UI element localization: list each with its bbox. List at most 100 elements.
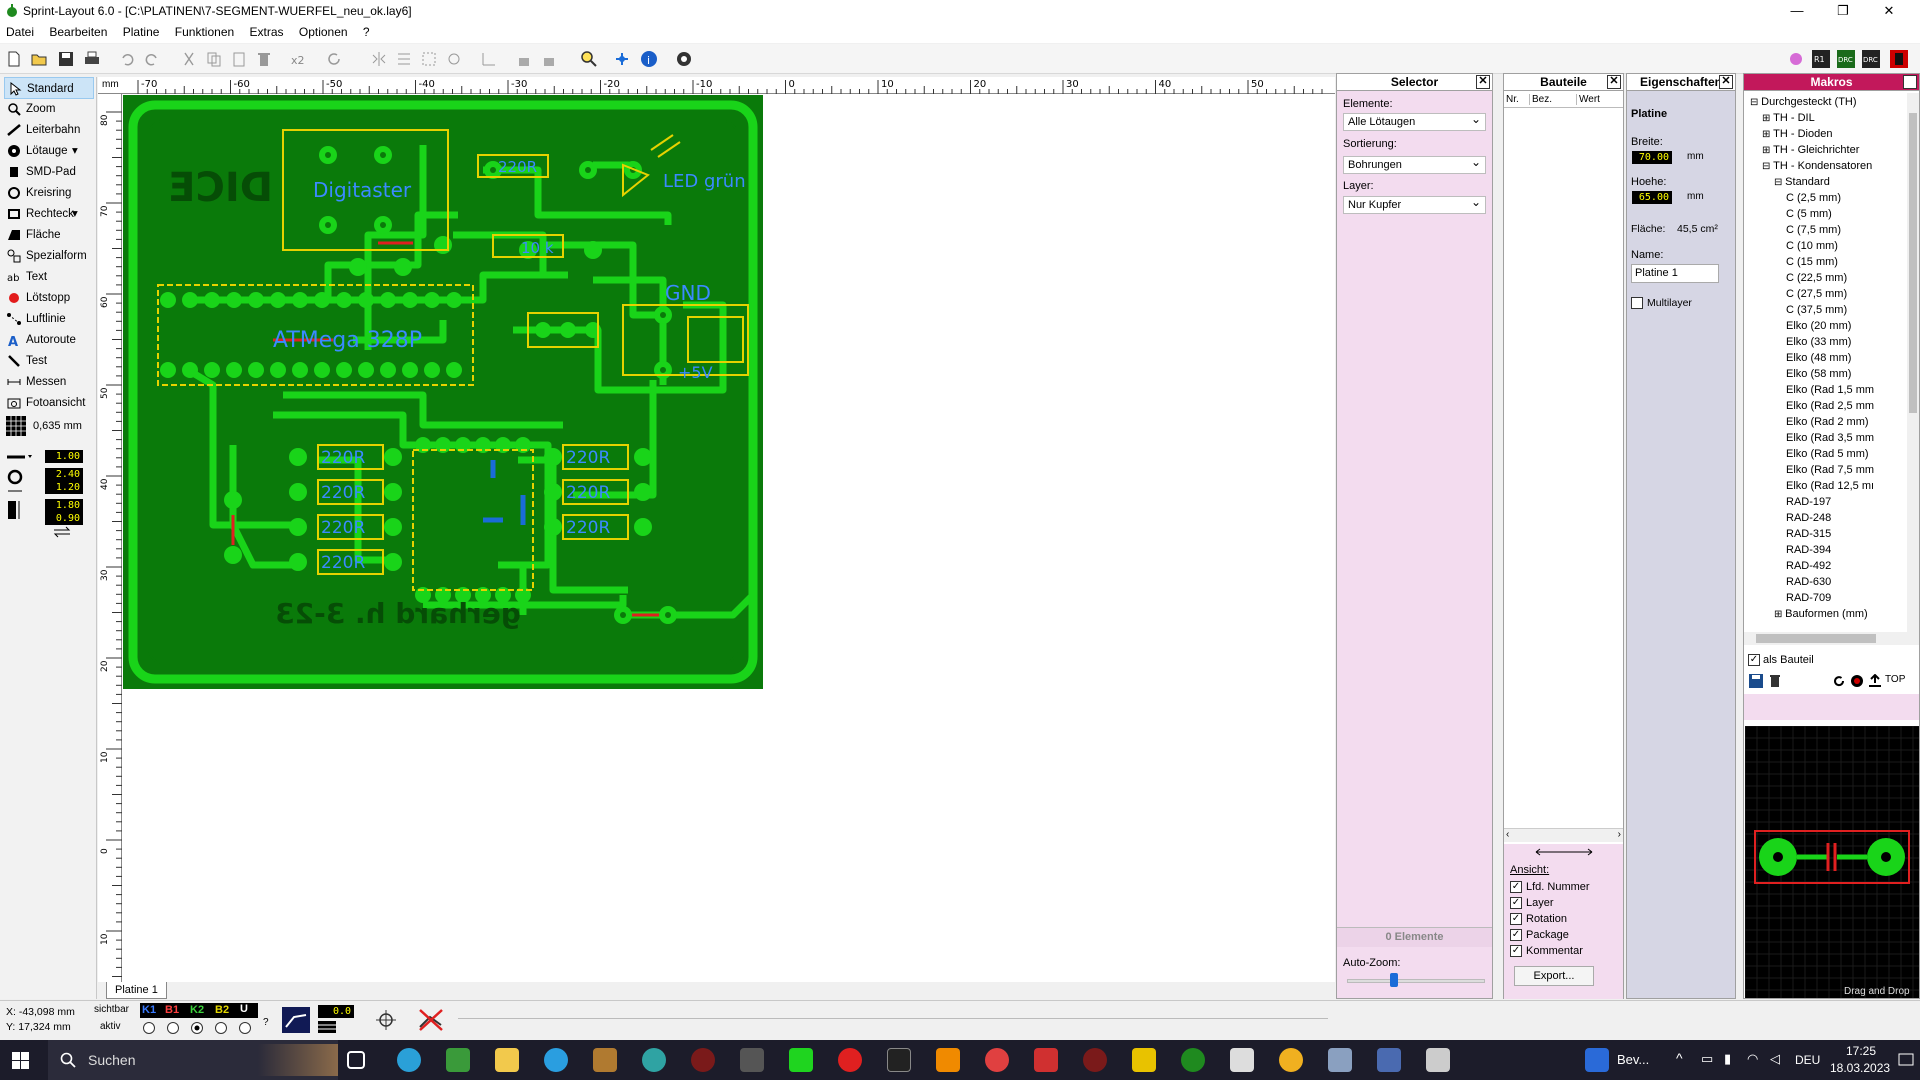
connections-icon[interactable] xyxy=(613,50,631,68)
tray-chevron-icon[interactable]: ^ xyxy=(1676,1050,1683,1066)
pattern-icon[interactable] xyxy=(318,1021,336,1033)
macro-tree-item[interactable]: Elko (Rad 3,5 mm xyxy=(1786,432,1874,444)
macro-tree-item[interactable]: RAD-630 xyxy=(1786,576,1831,588)
edge-icon[interactable] xyxy=(397,1048,421,1072)
export-button[interactable]: Export... xyxy=(1514,966,1594,986)
paste-icon[interactable] xyxy=(230,50,248,68)
tool-messen[interactable]: Messen xyxy=(4,371,94,393)
crosshair-icon[interactable] xyxy=(376,1010,396,1030)
network-icon[interactable]: ▭ xyxy=(1701,1051,1713,1067)
macro-tree-item[interactable]: C (5 mm) xyxy=(1786,208,1832,220)
zoom-value[interactable]: 0.0 xyxy=(318,1005,354,1018)
save-icon[interactable] xyxy=(57,50,75,68)
mirror-icon[interactable] xyxy=(370,50,388,68)
smd-height-value[interactable]: 0.90 xyxy=(45,512,83,525)
tree-expander-icon[interactable]: ⊞ xyxy=(1762,129,1773,140)
clock-date[interactable]: 18.03.2023 xyxy=(1830,1061,1890,1075)
zoom-search-icon[interactable] xyxy=(580,50,598,68)
close-button[interactable]: ✕ xyxy=(1866,0,1912,23)
smd-width-value[interactable]: 1.80 xyxy=(45,499,83,512)
tool-kreisring[interactable]: Kreisring xyxy=(4,182,94,204)
tool-smd-pad[interactable]: SMD-Pad xyxy=(4,161,94,183)
layer-select[interactable]: Nur Kupfer xyxy=(1343,194,1486,214)
tree-expander-icon[interactable]: ⊟ xyxy=(1750,97,1761,108)
tab-platine-1[interactable]: Platine 1 xyxy=(106,982,167,999)
tool-spezialform[interactable]: Spezialform xyxy=(4,245,94,267)
app-4th-dark-icon[interactable] xyxy=(887,1048,911,1072)
autozoom-slider-thumb[interactable] xyxy=(1390,973,1398,987)
clover-icon[interactable] xyxy=(789,1048,813,1072)
layer-toggle-icon[interactable] xyxy=(1890,50,1908,68)
minimize-button[interactable]: — xyxy=(1774,0,1820,23)
layer-k1[interactable]: K1 xyxy=(142,1004,156,1016)
menu-extras[interactable]: Extras xyxy=(244,23,290,39)
chrome-icon[interactable] xyxy=(1279,1048,1303,1072)
package-checkbox[interactable]: ✓ xyxy=(1510,929,1522,941)
connection-mode-icon[interactable] xyxy=(282,1007,310,1033)
tool-test[interactable]: Test xyxy=(4,350,94,372)
macro-tree-item[interactable]: RAD-315 xyxy=(1786,528,1831,540)
file-explorer-icon[interactable] xyxy=(495,1048,519,1072)
volume-icon[interactable]: ◁ xyxy=(1770,1051,1780,1067)
rotate-icon[interactable] xyxy=(325,50,343,68)
lock-icon[interactable] xyxy=(515,50,533,68)
macro-tree-item[interactable]: Elko (Rad 5 mm) xyxy=(1786,448,1869,460)
no-rubberband-icon[interactable] xyxy=(417,1007,445,1033)
macro-tree-item[interactable]: Elko (Rad 2 mm) xyxy=(1786,416,1869,428)
app-blue-gray-icon[interactable] xyxy=(1328,1048,1352,1072)
macro-tree-item[interactable]: ⊟ Standard xyxy=(1774,176,1830,188)
task-view-icon[interactable] xyxy=(347,1051,365,1069)
app-t-icon[interactable] xyxy=(1132,1048,1156,1072)
arduino-icon[interactable] xyxy=(642,1048,666,1072)
delete-icon[interactable] xyxy=(255,50,273,68)
wifi-icon[interactable]: ◠ xyxy=(1747,1051,1758,1067)
lfd-nummer-checkbox[interactable]: ✓ xyxy=(1510,881,1522,893)
macro-tree-item[interactable]: Elko (Rad 1,5 mm xyxy=(1786,384,1874,396)
layer-b1[interactable]: B1 xyxy=(165,1004,179,1016)
print-icon[interactable] xyxy=(83,50,101,68)
macro-tree-item[interactable]: ⊞ TH - Gleichrichter xyxy=(1762,144,1859,156)
macro-tree-item[interactable]: C (2,5 mm) xyxy=(1786,192,1841,204)
macro-tree-item[interactable]: RAD-248 xyxy=(1786,512,1831,524)
macro-tree-item[interactable]: ⊞ TH - Dioden xyxy=(1762,128,1832,140)
layer-checkbox[interactable]: ✓ xyxy=(1510,897,1522,909)
macro-tree-item[interactable]: Elko (Rad 12,5 mı xyxy=(1786,480,1874,492)
open-folder-icon[interactable] xyxy=(30,50,48,68)
tool-fotoansicht[interactable]: Fotoansicht xyxy=(4,392,94,414)
layer-k2[interactable]: K2 xyxy=(190,1004,204,1016)
tree-expander-icon[interactable]: ⊟ xyxy=(1762,161,1773,172)
width-input[interactable]: 70.00 xyxy=(1632,151,1672,164)
help-mark[interactable]: ? xyxy=(263,1017,269,1028)
macro-tree-item[interactable]: Elko (Rad 7,5 mm xyxy=(1786,464,1874,476)
tool-standard[interactable]: Standard xyxy=(4,77,94,99)
macro-tree-item[interactable]: C (7,5 mm) xyxy=(1786,224,1841,236)
app-gear-icon[interactable] xyxy=(1377,1048,1401,1072)
taskbar-bev[interactable]: Bev... xyxy=(1617,1052,1649,1067)
cut-icon[interactable] xyxy=(180,50,198,68)
menu-help[interactable]: ? xyxy=(357,23,376,39)
macro-tree-item[interactable]: C (22,5 mm) xyxy=(1786,272,1847,284)
snap-icon[interactable] xyxy=(480,50,498,68)
tree-expander-icon[interactable]: ⊟ xyxy=(1774,177,1785,188)
maximize-button[interactable]: ❐ xyxy=(1820,0,1866,23)
sort-select[interactable]: Bohrungen xyxy=(1343,154,1486,174)
rotation-checkbox[interactable]: ✓ xyxy=(1510,913,1522,925)
kommentar-checkbox[interactable]: ✓ xyxy=(1510,945,1522,957)
macro-tree-item[interactable]: RAD-492 xyxy=(1786,560,1831,572)
tree-expander-icon[interactable]: ⊞ xyxy=(1762,113,1773,124)
macro-tree-hscroll[interactable] xyxy=(1744,632,1919,645)
macro-tree-item[interactable]: Elko (33 mm) xyxy=(1786,336,1851,348)
chevron-down-icon[interactable]: ▾ xyxy=(72,203,78,225)
macro-tree-item[interactable]: RAD-197 xyxy=(1786,496,1831,508)
col-nr[interactable]: Nr. xyxy=(1506,94,1519,105)
grid-icon[interactable] xyxy=(6,416,26,436)
tool-loetstopp[interactable]: Lötstopp xyxy=(4,287,94,309)
tool-autoroute[interactable]: A Autoroute xyxy=(4,329,94,351)
forth-2-icon[interactable] xyxy=(1083,1048,1107,1072)
close-icon[interactable]: ✕ xyxy=(1607,75,1621,89)
macro-tree-item[interactable]: Elko (Rad 2,5 mm xyxy=(1786,400,1874,412)
macro-tree-item[interactable]: ⊟ TH - Kondensatoren xyxy=(1762,160,1872,172)
macro-tree-item[interactable]: C (10 mm) xyxy=(1786,240,1838,252)
app-green-icon[interactable] xyxy=(446,1048,470,1072)
photo-view-icon[interactable] xyxy=(1787,50,1805,68)
